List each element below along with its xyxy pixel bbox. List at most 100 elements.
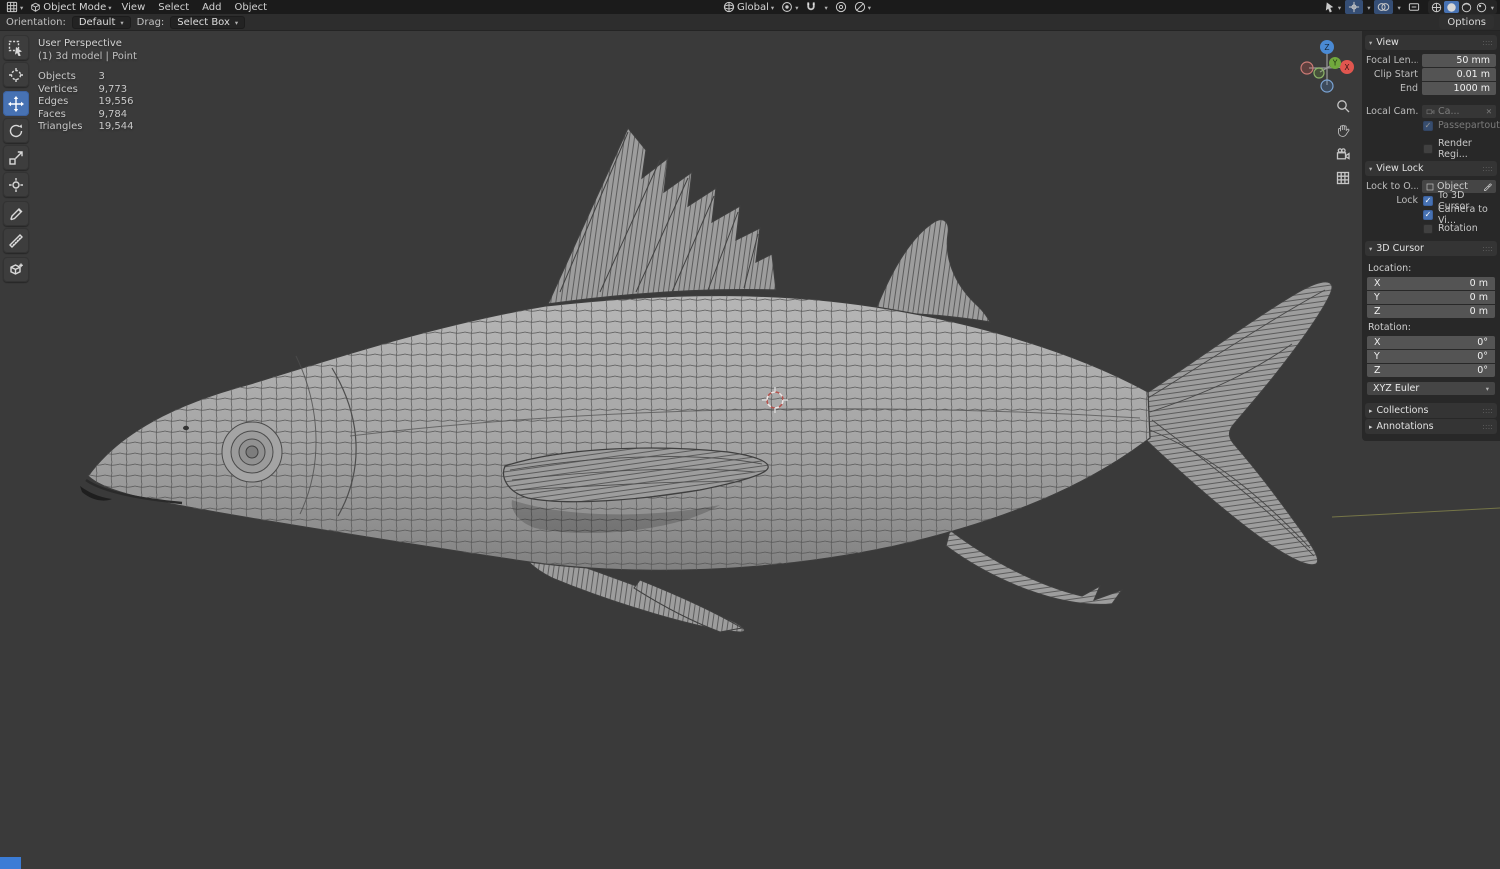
- stat-value: 19,556: [98, 96, 134, 108]
- camera-to-view-checkbox[interactable]: [1423, 209, 1433, 220]
- shading-dropdown[interactable]: [1489, 1, 1496, 13]
- options-button[interactable]: Options: [1439, 15, 1494, 29]
- pan-button[interactable]: [1334, 121, 1352, 139]
- stat-label: Vertices: [38, 83, 78, 95]
- gizmos-dropdown[interactable]: [1364, 0, 1373, 14]
- gizmos-toggle[interactable]: [1345, 0, 1364, 14]
- gizmo-y-neg-axis[interactable]: [1313, 67, 1325, 79]
- tool-measure[interactable]: [3, 228, 29, 253]
- clip-start-field[interactable]: 0.01 m: [1422, 68, 1496, 81]
- tool-add-cube[interactable]: [3, 257, 29, 282]
- magnifier-icon: [1337, 100, 1350, 113]
- to-3d-cursor-checkbox[interactable]: [1423, 195, 1433, 206]
- orientation-value: Global: [737, 1, 769, 13]
- cursor-rotation-label: Rotation:: [1368, 322, 1411, 333]
- section-view-lock-header[interactable]: View Lock: [1365, 161, 1497, 176]
- clip-end-field[interactable]: 1000 m: [1422, 82, 1496, 95]
- xray-icon: [1408, 3, 1419, 11]
- shading-wireframe-button[interactable]: [1429, 1, 1444, 13]
- pivot-point-dropdown[interactable]: [778, 0, 801, 14]
- gizmo-x-neg-axis[interactable]: [1300, 61, 1314, 75]
- chevron-down-icon: [235, 17, 238, 28]
- stat-label: Objects: [38, 71, 76, 82]
- axis-value: 0°: [1477, 365, 1488, 376]
- clip-start-value: 0.01 m: [1456, 69, 1490, 80]
- zoom-button[interactable]: [1334, 97, 1352, 115]
- globe-icon: [723, 1, 735, 13]
- menu-add[interactable]: Add: [196, 2, 227, 13]
- tool-scale[interactable]: [3, 145, 29, 170]
- tail-fin: [1141, 281, 1333, 566]
- menu-view[interactable]: View: [116, 2, 152, 13]
- local-camera-field[interactable]: Ca...: [1422, 105, 1496, 118]
- tool-annotate[interactable]: [3, 201, 29, 226]
- drag-grip-icon[interactable]: [1482, 243, 1493, 254]
- proportional-falloff-dropdown[interactable]: [851, 0, 874, 14]
- viewport-3d[interactable]: User Perspective (1) 3d model | Point Ob…: [0, 31, 1500, 869]
- stat-row: Edges 19,556: [38, 96, 133, 109]
- drag-grip-icon[interactable]: [1482, 405, 1493, 416]
- solid-sphere-icon: [1446, 2, 1456, 12]
- rotation-mode-value: XYZ Euler: [1373, 383, 1420, 394]
- hand-icon: [1338, 124, 1350, 137]
- section-3d-cursor-header[interactable]: 3D Cursor: [1365, 241, 1497, 256]
- cursor-location-x[interactable]: X 0 m: [1367, 277, 1495, 290]
- orientation-select[interactable]: Default: [71, 15, 131, 29]
- anal-fin: [945, 529, 1124, 605]
- select-box-icon: [8, 40, 22, 56]
- drag-grip-icon[interactable]: [1482, 421, 1493, 432]
- drag-grip-icon[interactable]: [1482, 37, 1493, 48]
- editor-type-button[interactable]: [3, 0, 26, 14]
- menu-select[interactable]: Select: [152, 2, 195, 13]
- shading-solid-button[interactable]: [1443, 1, 1459, 13]
- overlays-toggle[interactable]: [1374, 0, 1394, 14]
- tool-transform[interactable]: [3, 172, 29, 197]
- overlays-dropdown[interactable]: [1394, 0, 1403, 14]
- cursor-rotation-x[interactable]: X 0°: [1367, 336, 1495, 349]
- passepartout-label: Passepartout: [1438, 120, 1500, 131]
- cursor-location-y[interactable]: Y 0 m: [1367, 291, 1495, 304]
- section-collections-header[interactable]: Collections: [1365, 403, 1497, 418]
- cursor-location-z[interactable]: Z 0 m: [1367, 305, 1495, 318]
- passepartout-checkbox[interactable]: [1423, 120, 1433, 131]
- rotation-mode-dropdown[interactable]: XYZ Euler: [1367, 382, 1495, 395]
- tool-select-box[interactable]: [3, 35, 29, 60]
- snap-dropdown[interactable]: [821, 0, 830, 14]
- camera-view-button[interactable]: [1334, 145, 1352, 163]
- tool-move[interactable]: [3, 91, 29, 116]
- transform-orientation-dropdown[interactable]: Global: [720, 0, 777, 14]
- snap-toggle[interactable]: [802, 0, 820, 14]
- xray-toggle[interactable]: [1405, 0, 1423, 14]
- shading-rendered-button[interactable]: [1474, 1, 1489, 13]
- navigation-gizmo[interactable]: Z X Y: [1298, 35, 1356, 93]
- shading-material-button[interactable]: [1459, 1, 1474, 13]
- drag-select[interactable]: Select Box: [170, 15, 246, 29]
- section-annotations-header[interactable]: Annotations: [1365, 419, 1497, 434]
- fish-model[interactable]: [80, 126, 1333, 633]
- drag-select-value: Select Box: [177, 16, 230, 28]
- render-region-checkbox[interactable]: [1423, 143, 1433, 154]
- scene-canvas[interactable]: [0, 31, 1500, 869]
- axis-value: 0 m: [1469, 306, 1488, 317]
- object-visibility-dropdown[interactable]: [1321, 0, 1344, 14]
- focal-length-field[interactable]: 50 mm: [1422, 54, 1496, 67]
- focal-length-row: Focal Len... 50 mm: [1366, 54, 1496, 67]
- gizmo-x-label: X: [1344, 63, 1349, 72]
- tool-rotate[interactable]: [3, 118, 29, 143]
- gizmo-icon: [1349, 1, 1360, 13]
- section-view-header[interactable]: View: [1365, 35, 1497, 50]
- cursor-rotation-y[interactable]: Y 0°: [1367, 350, 1495, 363]
- mode-dropdown[interactable]: Object Mode: [27, 0, 114, 14]
- clear-icon[interactable]: [1486, 106, 1492, 117]
- orthographic-toggle-button[interactable]: [1334, 169, 1352, 187]
- chevron-down-icon: [20, 2, 23, 13]
- menu-object[interactable]: Object: [229, 2, 274, 13]
- gizmo-z-neg-axis[interactable]: [1320, 79, 1334, 93]
- viewport-info-overlay: User Perspective (1) 3d model | Point Ob…: [38, 38, 137, 134]
- cursor-location-label: Location:: [1368, 263, 1412, 274]
- tool-cursor[interactable]: [3, 62, 29, 87]
- lock-rotation-checkbox[interactable]: [1423, 223, 1433, 234]
- cursor-rotation-z[interactable]: Z 0°: [1367, 364, 1495, 377]
- drag-grip-icon[interactable]: [1482, 163, 1493, 174]
- proportional-editing-toggle[interactable]: [832, 0, 850, 14]
